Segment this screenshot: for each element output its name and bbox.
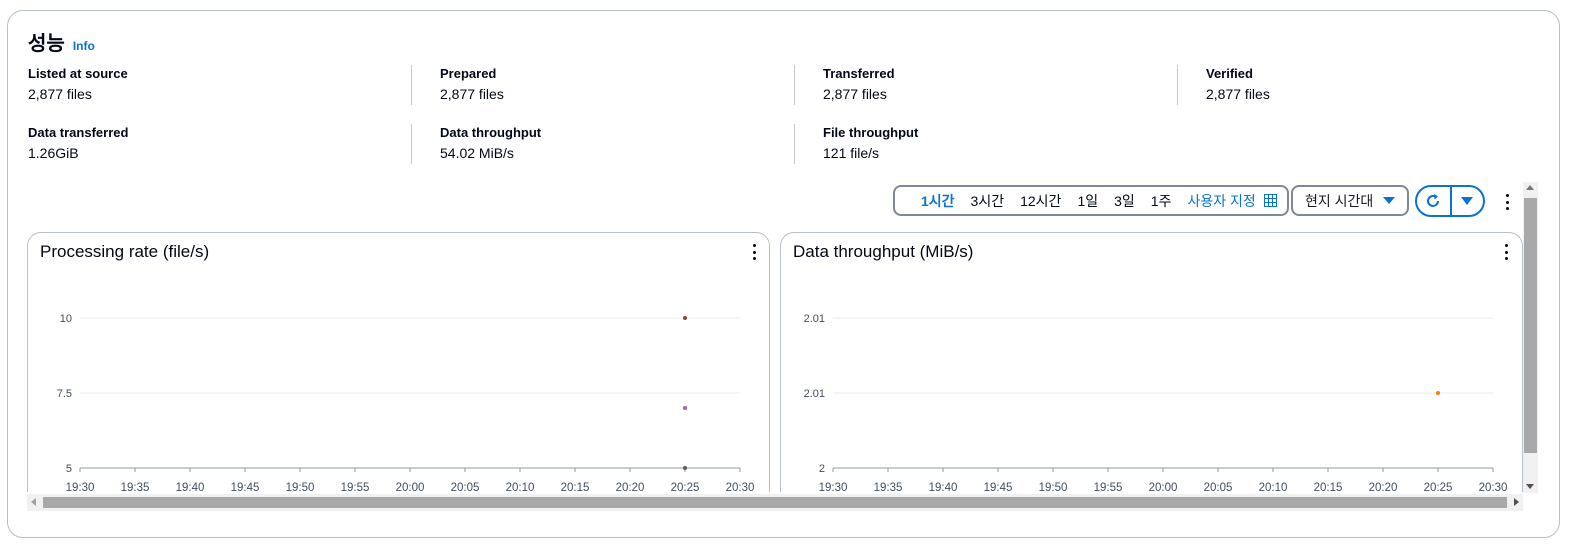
caret-down-icon xyxy=(1461,197,1474,205)
x-tick-label: 19:35 xyxy=(121,482,150,492)
x-tick-label: 20:00 xyxy=(396,482,425,492)
refresh-split-button xyxy=(1415,185,1485,217)
x-tick-label: 20:20 xyxy=(616,482,645,492)
range-3d[interactable]: 3일 xyxy=(1114,191,1135,211)
scroll-up-icon[interactable] xyxy=(1526,185,1534,190)
y-tick-label: 2.01 xyxy=(804,388,825,400)
metric-label: Transferred xyxy=(823,66,895,81)
x-tick-label: 19:30 xyxy=(66,482,95,492)
time-range-selector: 1시간 3시간 12시간 1일 3일 1주 사용자 지정 xyxy=(893,185,1289,216)
x-tick-label: 20:30 xyxy=(726,482,755,492)
scroll-left-icon[interactable] xyxy=(31,498,36,506)
metric-label: Prepared xyxy=(440,66,497,81)
metric-transferred: Transferred 2,877 files xyxy=(794,65,1177,105)
range-1w[interactable]: 1주 xyxy=(1151,191,1172,211)
panel-title: 성능 xyxy=(28,33,65,55)
data-point[interactable] xyxy=(1436,391,1440,395)
x-tick-label: 20:30 xyxy=(1479,482,1508,492)
range-1d[interactable]: 1일 xyxy=(1077,191,1098,211)
range-custom[interactable]: 사용자 지정 xyxy=(1187,191,1255,211)
y-tick-label: 2 xyxy=(819,463,825,475)
metric-value: 121 file/s xyxy=(823,145,880,161)
dashboard-menu-icon[interactable] xyxy=(1504,194,1510,210)
metrics-row: Data transferred 1.26GiB Data throughput… xyxy=(28,124,1568,183)
range-12h[interactable]: 12시간 xyxy=(1020,191,1061,211)
scroll-down-icon[interactable] xyxy=(1526,484,1534,489)
metric-label: Data throughput xyxy=(440,125,542,140)
timezone-label: 현지 시간대 xyxy=(1305,192,1374,209)
chart-card-data-throughput: Data throughput (MiB/s) 2 2.01 2.01 19:30 19… xyxy=(780,232,1523,492)
metric-file-throughput: File throughput 121 file/s xyxy=(794,124,1177,164)
x-tick-label: 20:10 xyxy=(506,482,535,492)
calendar-icon[interactable] xyxy=(1263,194,1277,207)
x-tick-label: 20:05 xyxy=(451,482,480,492)
x-tick-label: 20:20 xyxy=(1369,482,1398,492)
refresh-options-button[interactable] xyxy=(1449,187,1483,215)
x-tick-label: 19:35 xyxy=(874,482,903,492)
x-tick-label: 19:50 xyxy=(1039,482,1068,492)
panel-header: 성능 Info xyxy=(28,27,95,56)
x-tick-label: 19:55 xyxy=(341,482,370,492)
x-tick-label: 19:45 xyxy=(231,482,260,492)
metric-prepared: Prepared 2,877 files xyxy=(411,65,794,105)
x-tick-label: 20:25 xyxy=(1424,482,1453,492)
chart-card-processing-rate: Processing rate (file/s) 5 7.5 10 19:30 19:3… xyxy=(27,232,770,492)
x-tick-label: 19:40 xyxy=(176,482,205,492)
metric-listed-at-source: Listed at source 2,877 files xyxy=(28,65,411,105)
x-tick-label: 20:00 xyxy=(1149,482,1178,492)
data-point[interactable] xyxy=(683,316,687,320)
metrics-row: Listed at source 2,877 files Prepared 2,… xyxy=(28,65,1568,124)
metric-value: 2,877 files xyxy=(1206,86,1270,102)
x-tick-label: 19:30 xyxy=(819,482,848,492)
data-throughput-chart: 2 2.01 2.01 19:30 19:35 19:40 19:45 19:50 19:55 2… xyxy=(804,313,1508,492)
metric-label: Verified xyxy=(1206,66,1253,81)
x-tick-label: 20:05 xyxy=(1204,482,1233,492)
x-tick-label: 19:50 xyxy=(286,482,315,492)
info-link[interactable]: Info xyxy=(73,39,95,53)
x-tick-label: 20:10 xyxy=(1259,482,1288,492)
metric-value: 2,877 files xyxy=(440,86,504,102)
caret-down-icon xyxy=(1383,197,1396,204)
horizontal-scrollbar[interactable] xyxy=(27,494,1523,511)
x-tick-label: 19:40 xyxy=(929,482,958,492)
metric-data-throughput: Data throughput 54.02 MiB/s xyxy=(411,124,794,164)
vertical-scrollbar[interactable] xyxy=(1523,182,1538,493)
range-1h[interactable]: 1시간 xyxy=(921,191,955,211)
metric-value: 2,877 files xyxy=(823,86,887,102)
metric-label: Listed at source xyxy=(28,66,128,81)
data-point[interactable] xyxy=(683,466,687,470)
x-tick-label: 20:15 xyxy=(1314,482,1343,492)
metric-value: 1.26GiB xyxy=(28,145,79,161)
y-tick-label: 5 xyxy=(66,463,72,475)
x-tick-label: 20:25 xyxy=(671,482,700,492)
x-tick-label: 19:45 xyxy=(984,482,1013,492)
metrics-grid: Listed at source 2,877 files Prepared 2,… xyxy=(28,65,1568,183)
charts-scroll-area: Processing rate (file/s) 5 7.5 10 19:30 19:3… xyxy=(27,232,1538,492)
metric-label: File throughput xyxy=(823,125,919,140)
metric-label: Data transferred xyxy=(28,125,129,140)
refresh-icon xyxy=(1427,194,1440,207)
metric-data-transferred: Data transferred 1.26GiB xyxy=(28,124,411,164)
timezone-select[interactable]: 현지 시간대 xyxy=(1291,185,1409,216)
refresh-button[interactable] xyxy=(1417,187,1450,215)
scroll-thumb[interactable] xyxy=(43,497,1507,508)
processing-rate-chart: 5 7.5 10 19:30 19:35 19:40 19:45 19:50 19:55 20:0… xyxy=(57,313,755,492)
x-tick-label: 20:15 xyxy=(561,482,590,492)
metric-verified: Verified 2,877 files xyxy=(1177,65,1560,105)
y-tick-label: 7.5 xyxy=(57,388,72,400)
x-tick-label: 19:55 xyxy=(1094,482,1123,492)
scroll-thumb[interactable] xyxy=(1524,198,1537,453)
y-tick-label: 2.01 xyxy=(804,313,825,325)
metric-value: 54.02 MiB/s xyxy=(440,145,514,161)
scroll-right-icon[interactable] xyxy=(1514,498,1519,506)
range-3h[interactable]: 3시간 xyxy=(971,191,1005,211)
data-point[interactable] xyxy=(683,406,687,410)
y-tick-label: 10 xyxy=(60,313,72,325)
metric-value: 2,877 files xyxy=(28,86,92,102)
